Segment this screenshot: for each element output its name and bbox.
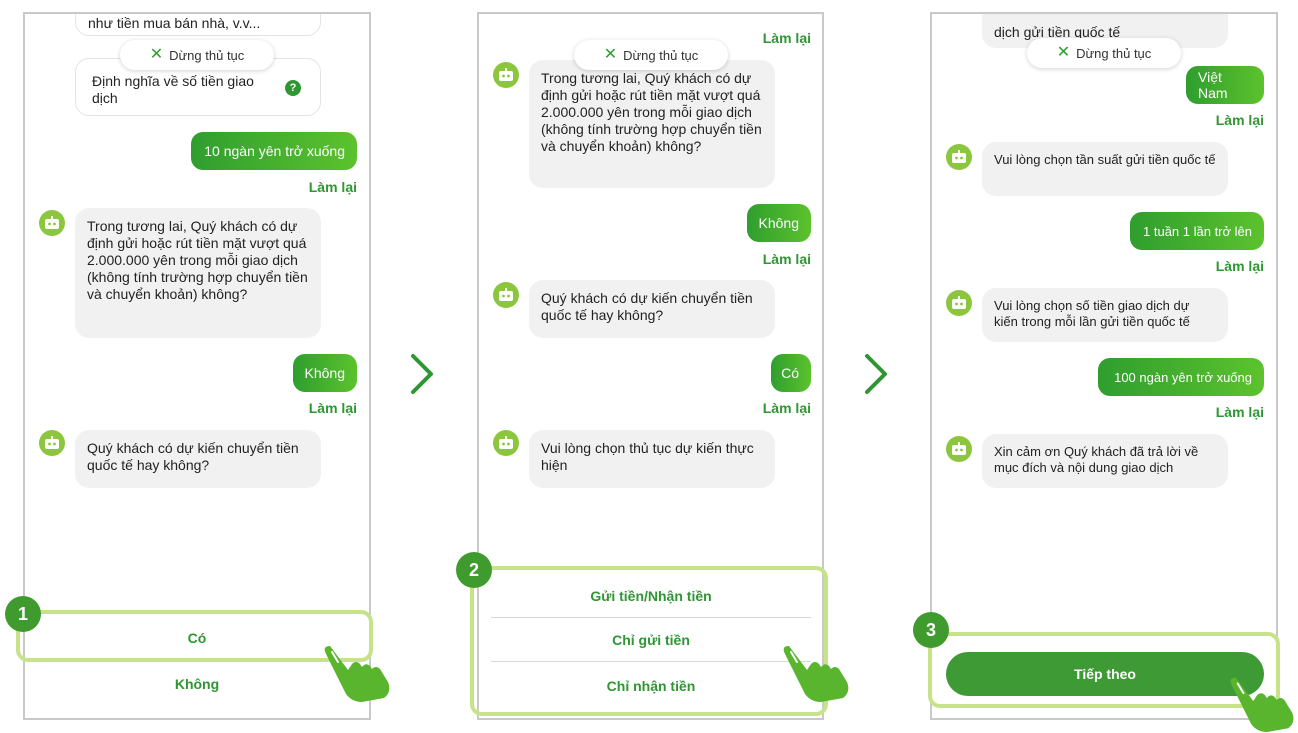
option-khong[interactable]: Không	[25, 676, 369, 692]
bot-avatar-icon	[946, 144, 972, 170]
tap-hand-icon	[324, 646, 390, 702]
step-badge: 3	[913, 612, 949, 648]
user-answer: 10 ngàn yên trở xuống	[191, 132, 357, 170]
question-icon[interactable]: ?	[285, 80, 301, 96]
redo-link[interactable]: Làm lại	[1164, 404, 1264, 420]
redo-link[interactable]: Làm lại	[1164, 258, 1264, 274]
user-answer: Không	[747, 204, 811, 242]
user-answer: Có	[771, 354, 811, 392]
highlight-options	[470, 566, 828, 716]
bot-message: Trong tương lai, Quý khách có dự định gử…	[75, 208, 321, 338]
redo-link[interactable]: Làm lại	[711, 251, 811, 267]
bot-avatar-icon	[39, 430, 65, 456]
user-answer: Không	[293, 354, 357, 392]
close-icon: ✕	[603, 46, 618, 63]
bot-avatar-icon	[493, 282, 519, 308]
tap-hand-icon	[1230, 677, 1294, 733]
user-answer: 1 tuần 1 lần trở lên	[1130, 212, 1264, 250]
highlight-option	[16, 610, 373, 662]
redo-link[interactable]: Làm lại	[257, 400, 357, 416]
chat-screen-3: dịch gửi tiền quốc tế ✕ Dừng thủ tục Việ…	[930, 12, 1278, 720]
stop-procedure-button[interactable]: ✕ Dừng thủ tục	[1027, 38, 1181, 68]
bot-message: Vui lòng chọn thủ tục dự kiến thực hiện	[529, 430, 775, 488]
step-badge: 2	[456, 552, 492, 588]
bot-avatar-icon	[493, 430, 519, 456]
bot-message: Vui lòng chọn tần suất gửi tiền quốc tế	[982, 142, 1228, 196]
stop-procedure-button[interactable]: ✕ Dừng thủ tục	[574, 40, 728, 70]
bot-message-clipped: như tiền mua bán nhà, v.v...	[75, 14, 321, 36]
bot-avatar-icon	[493, 62, 519, 88]
bot-message: Vui lòng chọn số tiền giao dịch dự kiến …	[982, 288, 1228, 342]
bot-message: Trong tương lai, Quý khách có dự định gử…	[529, 60, 775, 188]
bot-message: Quý khách có dự kiến chuyển tiền quốc tế…	[75, 430, 321, 488]
bot-message: Xin cảm ơn Quý khách đã trả lời về mục đ…	[982, 434, 1228, 488]
bot-avatar-icon	[946, 436, 972, 462]
close-icon: ✕	[149, 46, 164, 63]
stop-procedure-button[interactable]: ✕ Dừng thủ tục	[120, 40, 274, 70]
step-badge: 1	[5, 596, 41, 632]
close-icon: ✕	[1056, 44, 1071, 61]
chevron-right-icon	[411, 354, 433, 394]
bot-avatar-icon	[39, 210, 65, 236]
redo-link[interactable]: Làm lại	[711, 400, 811, 416]
redo-link[interactable]: Làm lại	[257, 179, 357, 195]
redo-link[interactable]: Làm lại	[711, 30, 811, 46]
redo-link[interactable]: Làm lại	[1164, 112, 1264, 128]
tap-hand-icon	[783, 646, 849, 702]
user-answer: Việt Nam	[1186, 66, 1264, 104]
bot-avatar-icon	[946, 290, 972, 316]
chevron-right-icon	[865, 354, 887, 394]
user-answer: 100 ngàn yên trở xuống	[1098, 358, 1264, 396]
bot-message: Quý khách có dự kiến chuyển tiền quốc tế…	[529, 280, 775, 338]
